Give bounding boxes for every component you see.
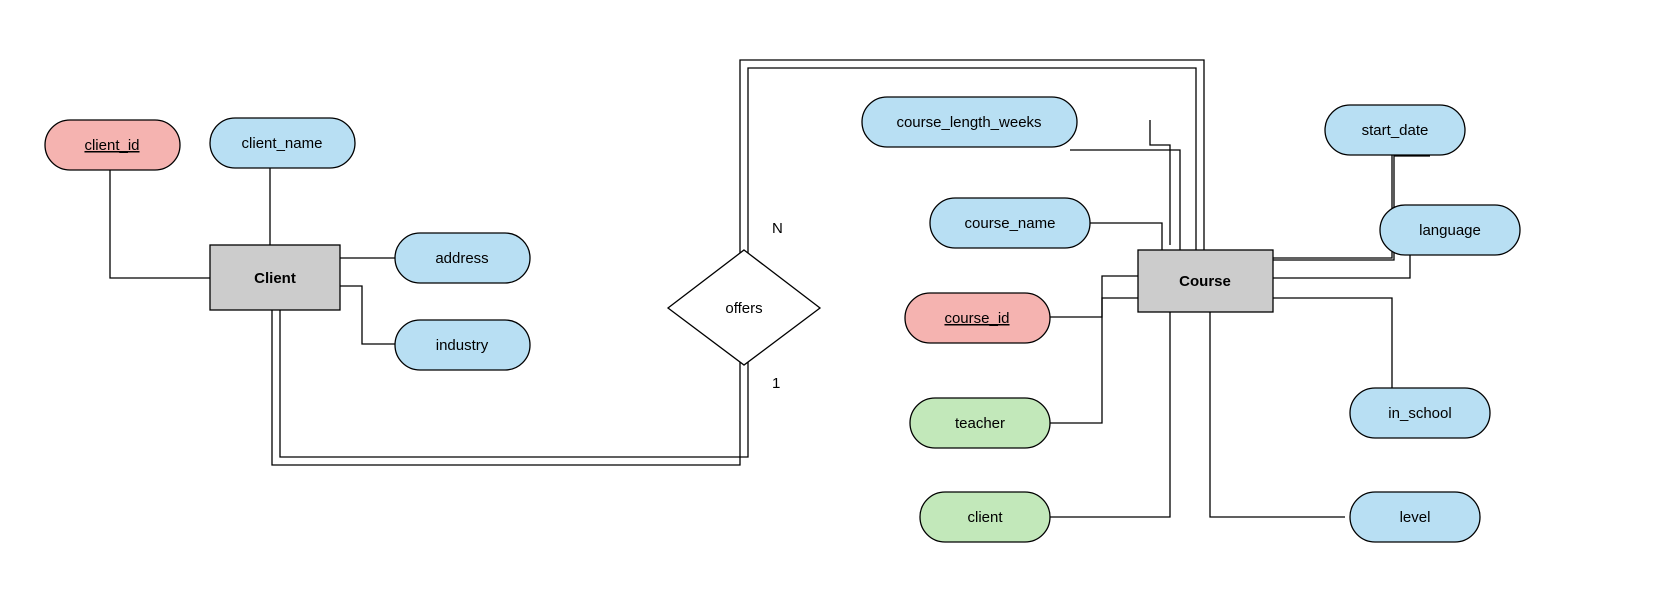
- attr-start-date: start_date: [1325, 105, 1465, 155]
- attr-start-date-label: start_date: [1362, 122, 1429, 139]
- er-diagram: Client client_id client_name address ind…: [0, 0, 1677, 616]
- attr-industry: industry: [395, 320, 530, 370]
- relationship-offers: offers: [668, 250, 820, 365]
- attr-course-name-label: course_name: [965, 215, 1056, 232]
- edge-course-coursename: [1085, 223, 1162, 250]
- attr-client-id-label: client_id: [84, 137, 139, 154]
- edge-client-industry: [338, 286, 395, 344]
- attr-level: level: [1350, 492, 1480, 542]
- edge-course-level: [1210, 310, 1345, 517]
- attr-in-school: in_school: [1350, 388, 1490, 438]
- attr-course-name: course_name: [930, 198, 1090, 248]
- cardinality-n: N: [772, 220, 783, 237]
- attr-in-school-label: in_school: [1388, 405, 1451, 422]
- relationship-offers-label: offers: [725, 300, 762, 317]
- entity-course: Course: [1138, 250, 1273, 312]
- attr-course-length-weeks: course_length_weeks: [862, 97, 1077, 147]
- cardinality-1: 1: [772, 375, 780, 392]
- attr-course-length-weeks-label: course_length_weeks: [896, 114, 1041, 131]
- attr-client-name-label: client_name: [242, 135, 323, 152]
- attr-client-label: client: [967, 509, 1003, 526]
- entity-client-label: Client: [254, 270, 296, 287]
- attr-industry-label: industry: [436, 337, 489, 354]
- edge-client-clientid: [110, 168, 210, 278]
- attr-course-id-label: course_id: [944, 310, 1009, 327]
- attr-teacher: teacher: [910, 398, 1050, 448]
- attr-client-name: client_name: [210, 118, 355, 168]
- edge-course-length: [1150, 120, 1170, 245]
- attr-language: language: [1380, 205, 1520, 255]
- entity-client: Client: [210, 245, 340, 310]
- entity-course-label: Course: [1179, 273, 1231, 290]
- attr-client-id: client_id: [45, 120, 180, 170]
- attr-address-label: address: [435, 250, 488, 267]
- attr-level-label: level: [1400, 509, 1431, 526]
- attr-address: address: [395, 233, 530, 283]
- attr-course-id: course_id: [905, 293, 1050, 343]
- attr-client: client: [920, 492, 1050, 542]
- attr-teacher-label: teacher: [955, 415, 1005, 432]
- attr-language-label: language: [1419, 222, 1481, 239]
